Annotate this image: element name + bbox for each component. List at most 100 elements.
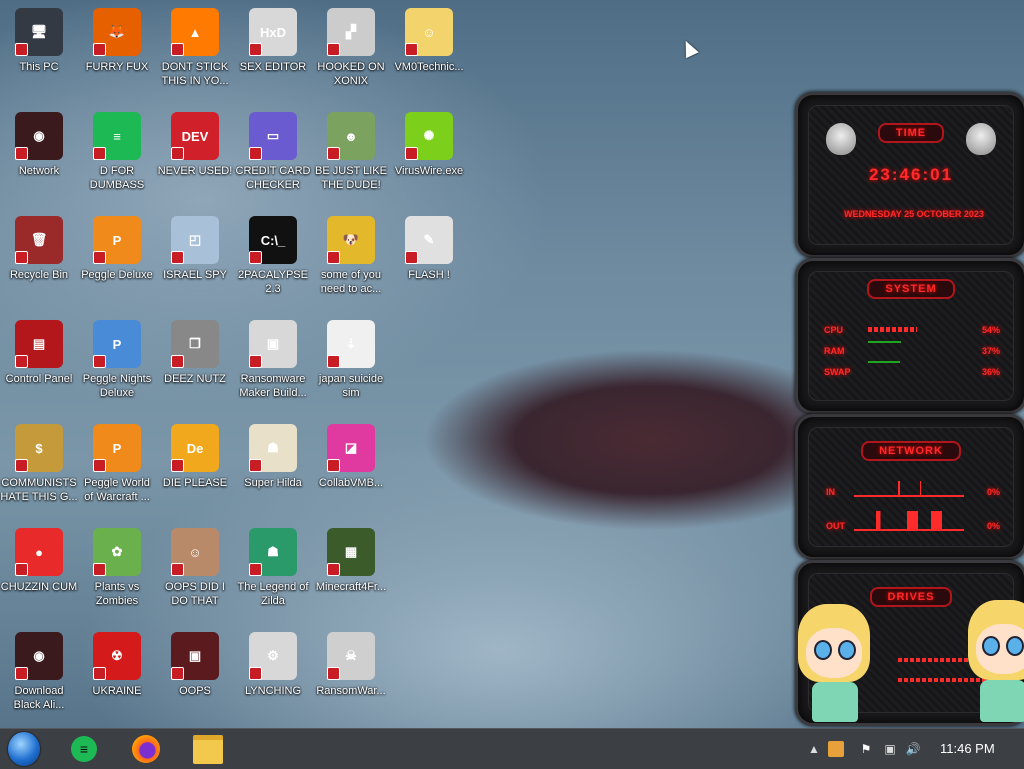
desktop-icon[interactable]: ✿ Plants vs Zombies: [79, 522, 155, 622]
desktop-icon[interactable]: 🐶 some of you need to ac...: [313, 210, 389, 310]
desktop-icon-label: DEEZ NUTZ: [164, 373, 226, 385]
desktop-icon[interactable]: ▣ Ransomware Maker Build...: [235, 314, 311, 414]
clock-date: WEDNESDAY 25 OCTOBER 2023: [844, 209, 984, 219]
network-title: NETWORK: [798, 441, 1024, 461]
desktop-icon-label: Control Panel: [5, 373, 73, 385]
desktop-icon[interactable]: ❐ DEEZ NUTZ: [157, 314, 233, 414]
desktop-icon-label: BE JUST LIKE THE DUDE!: [315, 165, 387, 191]
desktop-icon[interactable]: P Peggle World of Warcraft ...: [79, 418, 155, 518]
tray-flag-icon[interactable]: ⚑: [858, 741, 874, 757]
desktop-icon[interactable]: ▤ Control Panel: [1, 314, 77, 414]
shortcut-arrow-icon: [93, 667, 106, 680]
desktop-icon-label: Super Hilda: [244, 477, 302, 489]
desktop-icon[interactable]: ☺ VM0Technic...: [391, 2, 467, 102]
desktop-icon[interactable]: P Peggle Deluxe: [79, 210, 155, 310]
desktop-icon-label: The Legend of Zilda: [237, 581, 309, 607]
desktop-icon[interactable]: ☢ UKRAINE: [79, 626, 155, 726]
desktop-icon-label: OOPS: [179, 685, 211, 697]
shortcut-arrow-icon: [171, 251, 184, 264]
desktop-icon-label: 2PACALYPSE 2.3: [238, 269, 308, 295]
desktop-icon[interactable]: ▭ CREDIT CARD CHECKER: [235, 106, 311, 206]
shortcut-arrow-icon: [15, 43, 28, 56]
volume-icon: 🔊: [905, 742, 921, 756]
desktop-icon-label: DONT STICK THIS IN YO...: [161, 61, 229, 87]
desktop-icon-label: Minecraft4Fr...: [315, 581, 387, 593]
desktop-icon[interactable]: ▞ HOOKED ON XONIX: [313, 2, 389, 102]
desktop-icon-label: NEVER USED!: [157, 165, 233, 177]
taskbar-clock[interactable]: 11:46 PM: [940, 741, 995, 756]
firefox-icon: 🦊: [93, 8, 141, 56]
desktop-icon[interactable]: ⚙ LYNCHING: [235, 626, 311, 726]
taskbar-pinned-notes[interactable]: ≡: [68, 733, 100, 765]
shortcut-arrow-icon: [249, 563, 262, 576]
shortcut-arrow-icon: [249, 667, 262, 680]
net-out-label: OUT: [826, 521, 845, 531]
desktop-icon[interactable]: P Peggle Nights Deluxe: [79, 314, 155, 414]
desktop-icon-label: DIE PLEASE: [162, 477, 228, 489]
shortcut-arrow-icon: [15, 667, 28, 680]
net-out-graph: [854, 511, 964, 531]
desktop-icon[interactable]: 🦊 FURRY FUX: [79, 2, 155, 102]
desktop-icon[interactable]: 🖥 This PC: [1, 2, 77, 102]
system-title: SYSTEM: [798, 279, 1024, 299]
desktop-icon[interactable]: HxD SEX EDITOR: [235, 2, 311, 102]
peggle-icon: P: [93, 216, 141, 264]
shortcut-arrow-icon: [405, 147, 418, 160]
desktop-icon[interactable]: 🗑 Recycle Bin: [1, 210, 77, 310]
desktop-icon[interactable]: ◉ Download Black Ali...: [1, 626, 77, 726]
desktop-icon[interactable]: ☗ The Legend of Zilda: [235, 522, 311, 622]
desktop-icon[interactable]: ◰ ISRAEL SPY: [157, 210, 233, 310]
desktop-icon[interactable]: ▦ Minecraft4Fr...: [313, 522, 389, 622]
desktop-icon[interactable]: ☗ Super Hilda: [235, 418, 311, 518]
desktop-icon[interactable]: ≡ D FOR DUMBASS: [79, 106, 155, 206]
desktop-icon[interactable]: C:\_ 2PACALYPSE 2.3: [235, 210, 311, 310]
desktop-icon[interactable]: ● CHUZZIN CUM: [1, 522, 77, 622]
terminal-icon: C:\_: [249, 216, 297, 264]
cpu-bar: [868, 327, 917, 332]
desktop-icon[interactable]: ▣ OOPS: [157, 626, 233, 726]
tray-app-icon[interactable]: [828, 741, 844, 757]
shortcut-arrow-icon: [15, 563, 28, 576]
taskbar-pinned-explorer[interactable]: [192, 733, 224, 765]
desktop-icon-label: OOPS DID I DO THAT: [165, 581, 225, 607]
desktop-icon[interactable]: ☻ BE JUST LIKE THE DUDE!: [313, 106, 389, 206]
desktop-icon[interactable]: ✺ VirusWire.exe: [391, 106, 467, 206]
copies-icon: ❐: [171, 320, 219, 368]
hxd-icon: HxD: [249, 8, 297, 56]
desktop-icon-label: Peggle World of Warcraft ...: [84, 477, 150, 503]
scp-icon: ⚙: [249, 632, 297, 680]
tray-overflow-chevron[interactable]: ▲: [806, 741, 822, 757]
file-explorer-icon: [193, 734, 223, 764]
control-panel-icon: ▤: [15, 320, 63, 368]
desktop-icon[interactable]: ◪ CollabVMB...: [313, 418, 389, 518]
desktop-icon[interactable]: ◉ Network: [1, 106, 77, 206]
desktop-icon-label: FURRY FUX: [85, 61, 149, 73]
desktop-icon[interactable]: ⇣ japan suicide sim: [313, 314, 389, 414]
shortcut-arrow-icon: [405, 251, 418, 264]
start-button[interactable]: [8, 732, 40, 766]
desktop-icon[interactable]: ☠ RansomWar...: [313, 626, 389, 726]
devcpp-icon: DEV: [171, 112, 219, 160]
swap-bar: [868, 361, 901, 363]
shortcut-arrow-icon: [171, 667, 184, 680]
collab-icon: ◪: [327, 424, 375, 472]
tray-volume-icon[interactable]: 🔊: [905, 741, 921, 757]
shortcut-arrow-icon: [327, 563, 340, 576]
shortcut-arrow-icon: [171, 459, 184, 472]
desktop-icon[interactable]: DEV NEVER USED!: [157, 106, 233, 206]
desktop-icon-label: CREDIT CARD CHECKER: [235, 165, 311, 191]
desktop-icon-label: japan suicide sim: [318, 373, 384, 399]
ram-value: 37%: [981, 346, 1000, 356]
radiation-icon: ☢: [93, 632, 141, 680]
window-icon: ▣: [249, 320, 297, 368]
desktop-icon[interactable]: $ COMMUNISTS HATE THIS G...: [0, 418, 78, 518]
desktop-icon[interactable]: ▲ DONT STICK THIS IN YO...: [157, 2, 233, 102]
tray-network-icon[interactable]: ▣: [882, 741, 898, 757]
desktop-icon[interactable]: ☺ OOPS DID I DO THAT: [157, 522, 233, 622]
start-orb-icon: [8, 732, 40, 766]
taskbar-pinned-firefox[interactable]: [130, 733, 162, 765]
desktop-icon[interactable]: ✎ FLASH !: [391, 210, 467, 310]
skull-icon: ☠: [327, 632, 375, 680]
firefox-icon: [132, 735, 160, 763]
desktop-icon[interactable]: De DIE PLEASE: [157, 418, 233, 518]
